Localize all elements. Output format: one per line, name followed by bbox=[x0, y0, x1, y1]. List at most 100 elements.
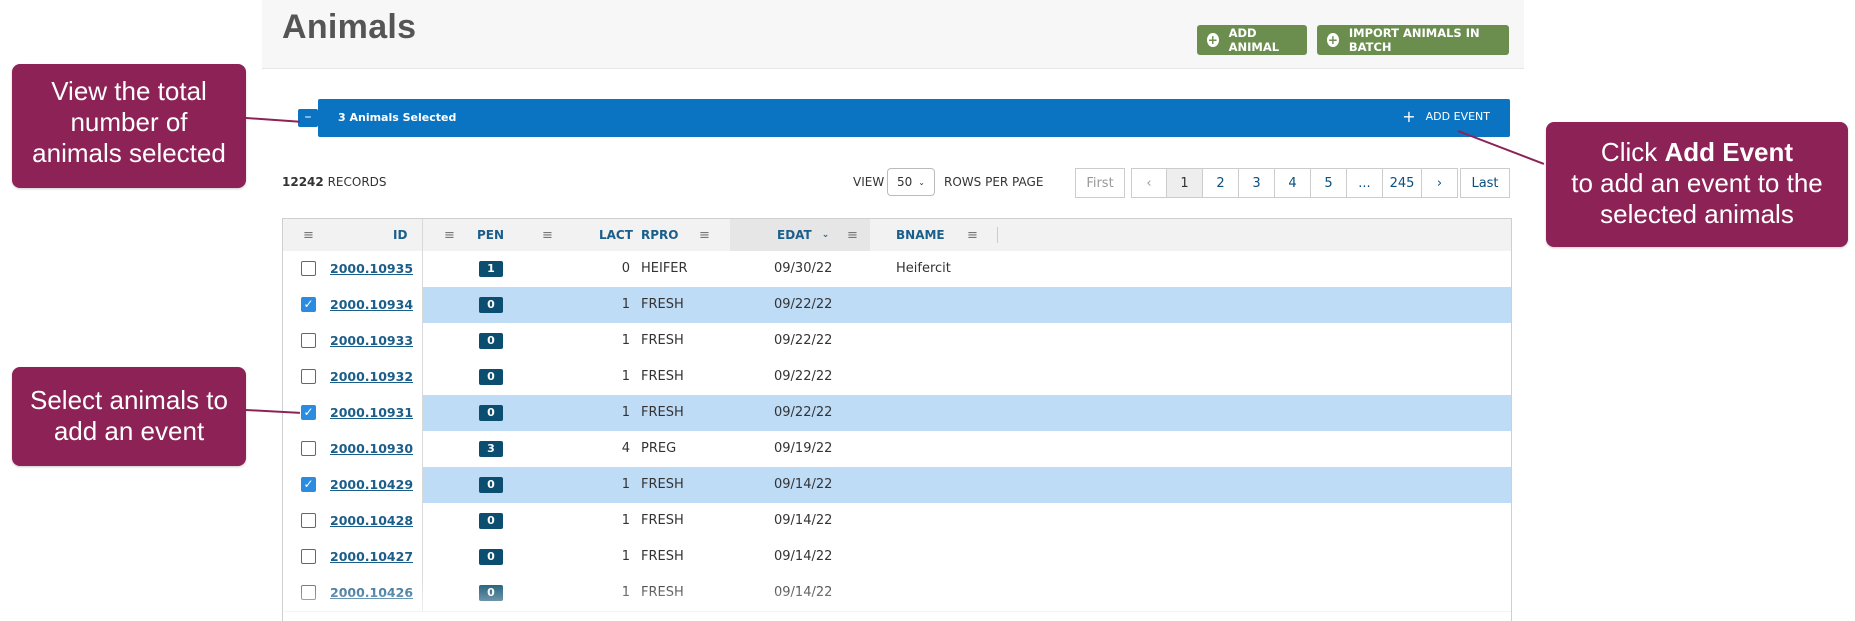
animal-id-link[interactable]: 2000.10933 bbox=[330, 333, 413, 348]
edat-cell: 09/30/22 bbox=[774, 261, 833, 276]
column-header-rpro[interactable]: RPRO bbox=[641, 219, 678, 251]
rows-per-page-label: ROWS PER PAGE bbox=[944, 175, 1044, 189]
table-row[interactable]: ✓ 2000.10931 0 1 FRESH 09/22/22 bbox=[283, 395, 1511, 432]
row-checkbox[interactable] bbox=[301, 261, 316, 276]
animal-id-link[interactable]: 2000.10930 bbox=[330, 441, 413, 456]
column-header-lact[interactable]: LACT bbox=[599, 219, 633, 251]
animal-id-link[interactable]: 2000.10427 bbox=[330, 549, 413, 564]
pen-badge: 0 bbox=[479, 297, 503, 313]
table-row[interactable]: ✓ 2000.10934 0 1 FRESH 09/22/22 bbox=[283, 287, 1511, 324]
row-checkbox[interactable] bbox=[301, 333, 316, 348]
lact-cell: 1 bbox=[621, 369, 630, 384]
table-row[interactable]: 2000.10426 0 1 FRESH 09/14/22 bbox=[283, 575, 1511, 612]
rpro-cell: FRESH bbox=[641, 369, 684, 384]
lact-cell: 1 bbox=[621, 513, 630, 528]
bname-cell: Heifercit bbox=[896, 261, 951, 276]
lact-cell: 1 bbox=[621, 549, 630, 564]
row-checkbox[interactable] bbox=[301, 441, 316, 456]
column-menu-icon[interactable]: ≡ bbox=[542, 219, 553, 251]
row-checkbox[interactable] bbox=[301, 549, 316, 564]
page-3-button[interactable]: 3 bbox=[1238, 168, 1275, 198]
row-checkbox[interactable]: ✓ bbox=[301, 477, 316, 492]
lact-cell: 1 bbox=[621, 297, 630, 312]
page-5-button[interactable]: 5 bbox=[1310, 168, 1347, 198]
animal-id-link[interactable]: 2000.10934 bbox=[330, 297, 413, 312]
page-ellipsis: ... bbox=[1346, 168, 1383, 198]
pen-badge: 0 bbox=[479, 477, 503, 493]
rows-per-page-select[interactable]: 50 ⌄ bbox=[887, 168, 935, 196]
grid-header: ≡ ID ≡ PEN ≡ LACT RPRO ≡ EDAT ⌄ ≡ BNAME … bbox=[283, 219, 1511, 252]
column-menu-icon[interactable]: ≡ bbox=[699, 219, 710, 251]
page-next-button[interactable]: › bbox=[1421, 168, 1458, 198]
table-row[interactable]: 2000.10935 1 0 HEIFER 09/30/22 Heifercit bbox=[283, 251, 1511, 288]
column-divider bbox=[422, 219, 423, 251]
row-checkbox[interactable] bbox=[301, 369, 316, 384]
edat-cell: 09/22/22 bbox=[774, 369, 833, 384]
page-first-button[interactable]: First bbox=[1075, 168, 1125, 198]
callout-bold: Add Event bbox=[1664, 137, 1794, 167]
page-1-button[interactable]: 1 bbox=[1166, 168, 1203, 198]
column-header-bname[interactable]: BNAME bbox=[896, 219, 945, 251]
row-checkbox[interactable] bbox=[301, 513, 316, 528]
records-number: 12242 bbox=[282, 175, 324, 189]
callout-line: animals selected bbox=[32, 138, 226, 168]
pagination-pages: ‹ 1 2 3 4 5 ... 245 › bbox=[1131, 168, 1458, 198]
add-event-button[interactable]: + ADD EVENT bbox=[1402, 108, 1490, 124]
callout-line: Select animals to bbox=[30, 385, 228, 415]
rpro-cell: FRESH bbox=[641, 585, 684, 600]
rpro-cell: FRESH bbox=[641, 513, 684, 528]
column-header-edat[interactable]: EDAT ⌄ bbox=[777, 219, 829, 251]
row-checkbox[interactable] bbox=[301, 585, 316, 600]
pen-badge: 0 bbox=[479, 549, 503, 565]
animal-id-link[interactable]: 2000.10932 bbox=[330, 369, 413, 384]
plus-circle-icon: + bbox=[1207, 33, 1219, 47]
column-menu-icon[interactable]: ≡ bbox=[303, 219, 314, 251]
rpro-cell: FRESH bbox=[641, 333, 684, 348]
column-menu-icon[interactable]: ≡ bbox=[847, 219, 858, 251]
pen-badge: 1 bbox=[479, 261, 503, 277]
edat-cell: 09/14/22 bbox=[774, 549, 833, 564]
column-menu-icon[interactable]: ≡ bbox=[967, 219, 978, 251]
chevron-down-icon: ⌄ bbox=[918, 177, 925, 187]
rpro-cell: FRESH bbox=[641, 405, 684, 420]
animal-id-link[interactable]: 2000.10426 bbox=[330, 585, 413, 600]
table-row[interactable]: 2000.10933 0 1 FRESH 09/22/22 bbox=[283, 323, 1511, 360]
page-4-button[interactable]: 4 bbox=[1274, 168, 1311, 198]
pen-badge: 0 bbox=[479, 405, 503, 421]
collapse-selection-button[interactable]: – bbox=[298, 109, 318, 127]
animal-id-link[interactable]: 2000.10429 bbox=[330, 477, 413, 492]
lact-cell: 1 bbox=[621, 333, 630, 348]
rpro-cell: HEIFER bbox=[641, 261, 688, 276]
table-row[interactable]: 2000.10932 0 1 FRESH 09/22/22 bbox=[283, 359, 1511, 396]
add-animal-button[interactable]: + ADD ANIMAL bbox=[1197, 25, 1307, 55]
edat-cell: 09/22/22 bbox=[774, 333, 833, 348]
row-checkbox[interactable]: ✓ bbox=[301, 297, 316, 312]
animal-id-link[interactable]: 2000.10931 bbox=[330, 405, 413, 420]
rpro-cell: FRESH bbox=[641, 297, 684, 312]
animal-id-link[interactable]: 2000.10428 bbox=[330, 513, 413, 528]
page-last-button[interactable]: Last bbox=[1460, 168, 1510, 198]
rpro-cell: FRESH bbox=[641, 477, 684, 492]
page-2-button[interactable]: 2 bbox=[1202, 168, 1239, 198]
table-row[interactable]: ✓ 2000.10429 0 1 FRESH 09/14/22 bbox=[283, 467, 1511, 504]
table-row[interactable]: 2000.10427 0 1 FRESH 09/14/22 bbox=[283, 539, 1511, 576]
page-prev-button[interactable]: ‹ bbox=[1131, 168, 1167, 198]
column-menu-icon[interactable]: ≡ bbox=[444, 219, 455, 251]
animals-grid: ≡ ID ≡ PEN ≡ LACT RPRO ≡ EDAT ⌄ ≡ BNAME … bbox=[282, 218, 1512, 621]
callout-total-selected: View the total number of animals selecte… bbox=[12, 64, 246, 188]
pagination-last: Last bbox=[1460, 168, 1510, 198]
import-batch-label: IMPORT ANIMALS IN BATCH bbox=[1348, 26, 1480, 54]
records-count: 12242 RECORDS bbox=[282, 175, 387, 189]
column-header-id[interactable]: ID bbox=[393, 219, 407, 251]
row-checkbox[interactable]: ✓ bbox=[301, 405, 316, 420]
table-row[interactable]: 2000.10428 0 1 FRESH 09/14/22 bbox=[283, 503, 1511, 540]
callout-line: number of bbox=[70, 107, 188, 137]
column-header-pen[interactable]: PEN bbox=[477, 219, 504, 251]
callout-prefix: Click bbox=[1600, 137, 1665, 167]
import-batch-button[interactable]: + IMPORT ANIMALS IN BATCH bbox=[1317, 25, 1509, 55]
page-245-button[interactable]: 245 bbox=[1382, 168, 1422, 198]
table-row[interactable]: 2000.10930 3 4 PREG 09/19/22 bbox=[283, 431, 1511, 468]
add-event-label: ADD EVENT bbox=[1425, 110, 1490, 123]
animal-id-link[interactable]: 2000.10935 bbox=[330, 261, 413, 276]
records-label: RECORDS bbox=[327, 175, 387, 189]
